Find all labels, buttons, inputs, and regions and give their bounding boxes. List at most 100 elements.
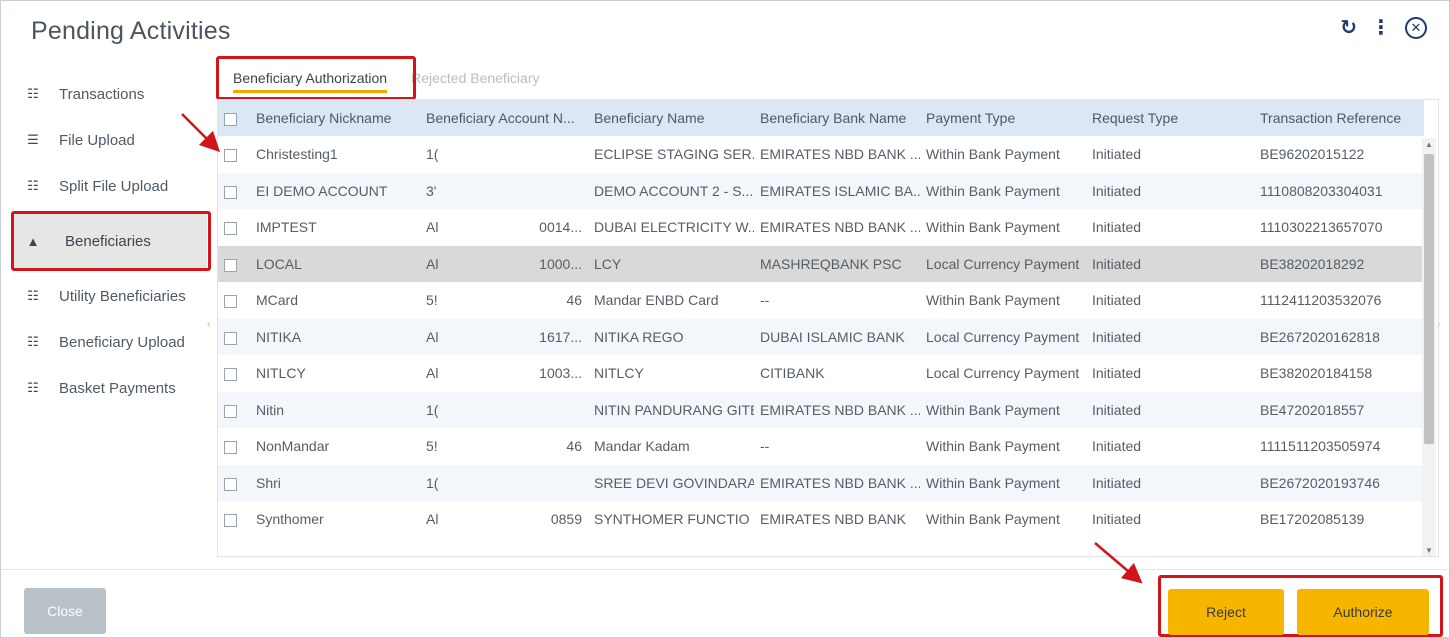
cell-beneficiary-name: NITIN PANDURANG GITE xyxy=(594,401,754,418)
row-checkbox[interactable] xyxy=(218,319,250,356)
column-header[interactable]: Beneficiary Nickname xyxy=(250,100,420,136)
account-prefix: 1( xyxy=(426,146,439,163)
account-prefix: 5! xyxy=(426,292,438,309)
row-checkbox[interactable] xyxy=(218,136,250,173)
sidebar-item-file-upload[interactable]: ☰ File Upload xyxy=(11,117,207,163)
tab-rejected-beneficiary[interactable]: Rejected Beneficiary xyxy=(399,57,551,99)
account-suffix: 1617... xyxy=(539,328,582,345)
account-prefix: 3' xyxy=(426,182,437,199)
scroll-thumb[interactable] xyxy=(1424,154,1434,444)
select-all-checkbox[interactable] xyxy=(218,100,250,136)
cell-nickname: NonMandar xyxy=(256,438,330,455)
cell-beneficiary-name: DEMO ACCOUNT 2 - S... xyxy=(594,182,754,199)
cell-request-type: Initiated xyxy=(1092,511,1142,528)
cell-payment-type: Within Bank Payment xyxy=(926,182,1060,199)
table-row[interactable]: Synthomer Al 0859 SYNTHOMER FUNCTIO EMIRATES… xyxy=(218,501,1424,538)
table-row[interactable]: EI DEMO ACCOUNT 3' DEMO ACCOUNT 2 - S... EM… xyxy=(218,172,1424,210)
sidebar-item-beneficiary-upload[interactable]: ☷ Beneficiary Upload xyxy=(11,319,207,365)
page-title: Pending Activities xyxy=(31,17,231,45)
table-row[interactable]: IMPTEST Al 0014... DUBAI ELECTRICITY W... EM… xyxy=(218,209,1424,246)
beneficiary-table: Beneficiary Nickname Beneficiary Account… xyxy=(217,99,1439,557)
row-checkbox[interactable] xyxy=(218,282,250,319)
sidebar-item-basket-payments[interactable]: ☷ Basket Payments xyxy=(11,365,207,411)
column-header[interactable]: Request Type xyxy=(1086,100,1254,136)
cell-nickname: NITIKA xyxy=(256,328,302,345)
row-checkbox[interactable] xyxy=(218,465,250,502)
row-checkbox[interactable] xyxy=(218,501,250,538)
table-row[interactable]: Nitin 1( NITIN PANDURANG GITE EMIRATES NBD … xyxy=(218,391,1424,429)
basket-icon: ☷ xyxy=(27,380,39,395)
cell-bank-name: EMIRATES NBD BANK ... xyxy=(760,474,920,491)
cell-bank-name: -- xyxy=(760,438,770,455)
account-prefix: Al xyxy=(426,255,439,272)
account-prefix: Al xyxy=(426,365,439,382)
column-header[interactable]: Transaction Reference xyxy=(1254,100,1424,136)
account-prefix: 1( xyxy=(426,401,439,418)
tab-beneficiary-authorization[interactable]: Beneficiary Authorization xyxy=(221,57,399,99)
cell-beneficiary-name: NITIKA REGO xyxy=(594,328,684,345)
sidebar-item-utility-beneficiaries[interactable]: ☷ Utility Beneficiaries xyxy=(11,273,207,319)
cell-account-number: 5! 46 xyxy=(420,282,588,319)
sidebar-item-transactions[interactable]: ☷ Transactions xyxy=(11,71,207,117)
row-checkbox[interactable] xyxy=(218,209,250,246)
sidebar-item-label: Beneficiary Upload xyxy=(59,333,185,351)
cell-payment-type: Local Currency Payment xyxy=(926,365,1080,382)
row-checkbox[interactable] xyxy=(218,392,250,429)
table-row[interactable]: NonMandar 5! 46 Mandar Kadam -- Within Bank P… xyxy=(218,428,1424,465)
column-header[interactable]: Beneficiary Bank Name xyxy=(754,100,920,136)
close-button[interactable]: Close xyxy=(24,588,106,634)
cell-transaction-reference: BE47202018557 xyxy=(1260,401,1365,418)
cell-request-type: Initiated xyxy=(1092,219,1142,236)
cell-account-number: Al 0859 xyxy=(420,501,588,538)
sidebar-item-split-file-upload[interactable]: ☷ Split File Upload xyxy=(11,163,207,209)
row-checkbox[interactable] xyxy=(218,355,250,392)
cell-nickname: Shri xyxy=(256,474,281,491)
column-header[interactable]: Beneficiary Account N... xyxy=(420,100,588,136)
table-row[interactable]: NITLCY Al 1003... NITLCY CITIBANK Local Curre… xyxy=(218,355,1424,392)
cell-request-type: Initiated xyxy=(1092,182,1142,199)
account-prefix: 5! xyxy=(426,438,438,455)
cell-transaction-reference: 1110302213657070 xyxy=(1260,219,1383,236)
cell-nickname: Nitin xyxy=(256,401,285,418)
cell-payment-type: Local Currency Payment xyxy=(926,255,1080,272)
column-header[interactable]: Payment Type xyxy=(920,100,1086,136)
table-row[interactable]: Shri 1( SREE DEVI GOVINDARAJ EMIRATES NBD B… xyxy=(218,464,1424,502)
cell-beneficiary-name: ECLIPSE STAGING SER... xyxy=(594,146,754,163)
account-suffix: 46 xyxy=(566,438,582,455)
cell-payment-type: Within Bank Payment xyxy=(926,146,1060,163)
sidebar-item-beneficiaries[interactable]: ▲ Beneficiaries xyxy=(11,211,211,271)
cell-beneficiary-name: SYNTHOMER FUNCTIO xyxy=(594,511,750,528)
cell-beneficiary-name: DUBAI ELECTRICITY W... xyxy=(594,219,754,236)
table-row[interactable]: LOCAL Al 1000... LCY MASHREQBANK PSC Local Cu… xyxy=(218,245,1424,283)
sidebar-collapse-handle[interactable]: ‹ xyxy=(207,319,215,339)
cell-transaction-reference: BE38202018292 xyxy=(1260,255,1365,272)
cell-account-number: 3' xyxy=(420,173,588,210)
table-row[interactable]: Christesting1 1(ECLIPSE STAGING SER... EMI… xyxy=(218,136,1424,173)
tab-bar: Beneficiary Authorization Rejected Benef… xyxy=(221,57,552,99)
row-checkbox[interactable] xyxy=(218,428,250,465)
table-row[interactable]: MCard 5! 46 Mandar ENBD Card -- Within Bank P… xyxy=(218,282,1424,319)
table-header-row: Beneficiary Nickname Beneficiary Account… xyxy=(218,100,1424,136)
reject-button[interactable]: Reject xyxy=(1168,589,1284,635)
row-checkbox[interactable] xyxy=(218,246,250,283)
cell-nickname: MCard xyxy=(256,292,299,309)
row-checkbox[interactable] xyxy=(218,173,250,210)
more-vertical-icon[interactable]: ⋮ xyxy=(1371,17,1391,39)
pending-activities-dialog: Pending Activities ↻ ⋮ ✕ ☷ Transactions … xyxy=(0,0,1450,638)
scroll-down-icon[interactable]: ▼ xyxy=(1422,544,1436,556)
refresh-icon[interactable]: ↻ xyxy=(1340,17,1357,39)
table-row[interactable]: NITIKA Al 1617... NITIKA REGO DUBAI ISLAMIC … xyxy=(218,318,1424,356)
vertical-scrollbar[interactable]: ▲ ▼ xyxy=(1422,138,1436,556)
authorize-button[interactable]: Authorize xyxy=(1297,589,1429,635)
cell-beneficiary-name: LCY xyxy=(594,255,622,272)
cell-beneficiary-name: SREE DEVI GOVINDARAJ xyxy=(594,474,754,491)
close-circle-icon[interactable]: ✕ xyxy=(1405,17,1427,39)
split-file-icon: ☷ xyxy=(27,178,39,193)
scroll-up-icon[interactable]: ▲ xyxy=(1422,138,1436,152)
cell-transaction-reference: BE382020184158 xyxy=(1260,365,1373,382)
account-prefix: 1( xyxy=(426,474,439,491)
column-header[interactable]: Beneficiary Name xyxy=(588,100,754,136)
cell-bank-name: EMIRATES NBD BANK ... xyxy=(760,401,920,418)
account-suffix: 0859 xyxy=(550,511,582,528)
cell-transaction-reference: 1110808203304031 xyxy=(1260,182,1383,199)
